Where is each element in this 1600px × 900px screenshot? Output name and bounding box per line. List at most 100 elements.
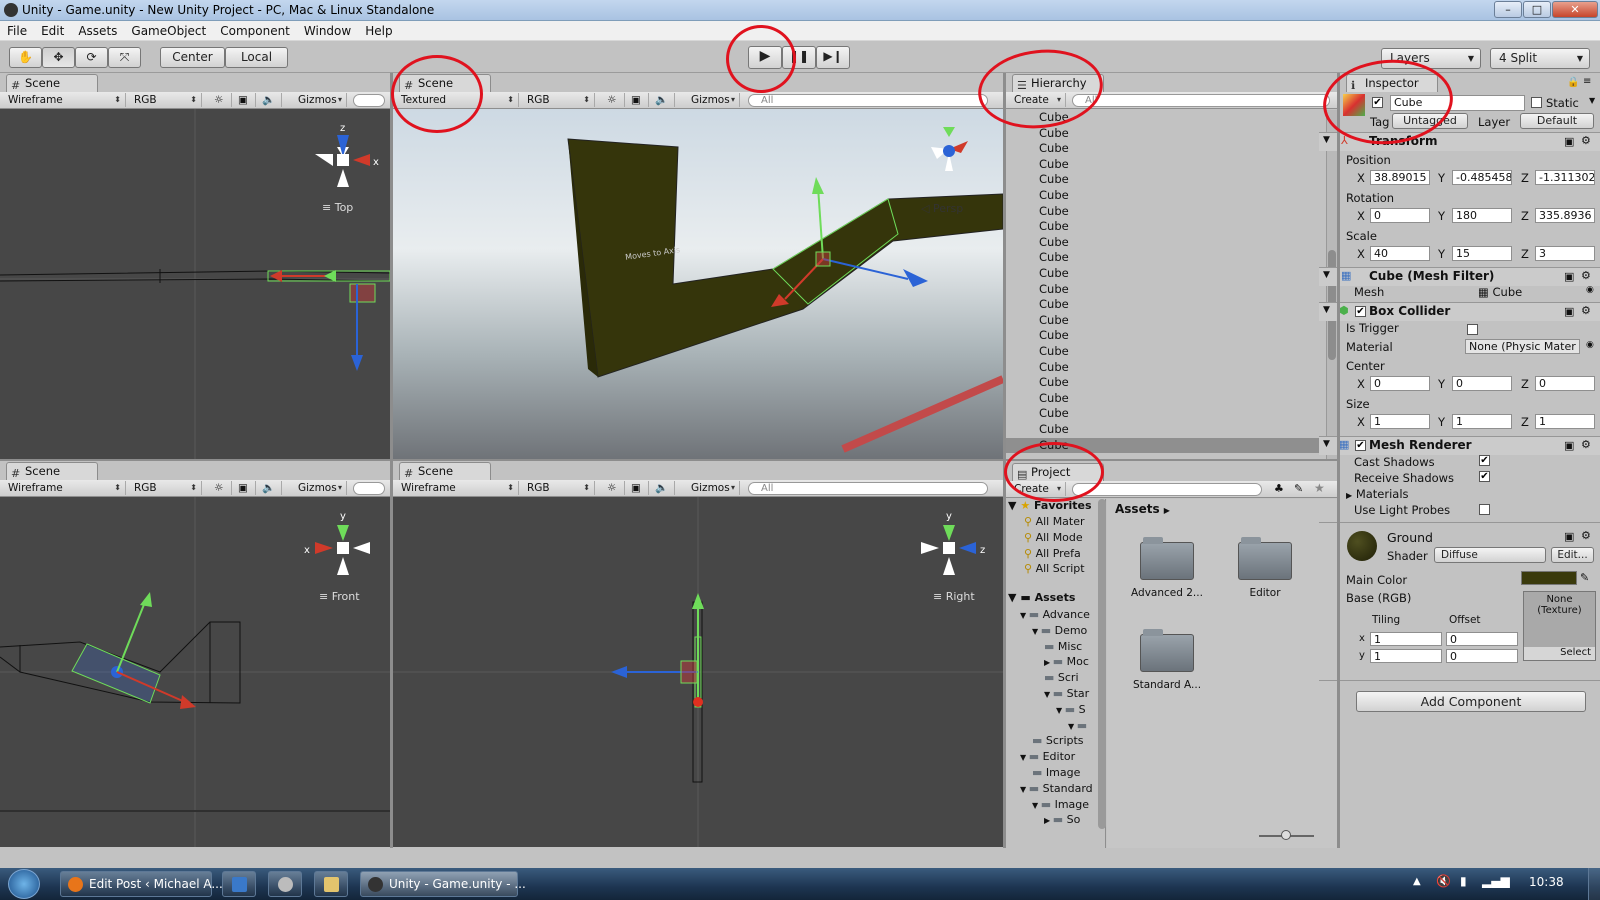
color-mode-dropdown[interactable]: RGB ⬍ [523, 93, 595, 107]
hierarchy-item[interactable]: Cube [1006, 204, 1326, 220]
menu-gameobject[interactable]: GameObject [124, 21, 213, 38]
pivot-local-button[interactable]: Local [225, 47, 288, 68]
image-toggle[interactable]: ▣ [234, 93, 256, 107]
tray-arrow-icon[interactable]: ▲ [1413, 876, 1421, 887]
static-checkbox[interactable] [1531, 97, 1542, 108]
audio-toggle[interactable]: 🔈 [651, 93, 675, 107]
assets-tree-item[interactable]: ▶ ▬ Moc [1044, 655, 1089, 668]
assets-header[interactable]: ▼ ▬ Assets [1008, 591, 1075, 604]
mesh-value[interactable]: ▦ Cube [1478, 285, 1522, 299]
hierarchy-item[interactable]: Cube [1006, 219, 1326, 235]
favorite-item[interactable]: ⚲ All Mode [1024, 531, 1083, 544]
mesh-renderer-enabled-checkbox[interactable]: ✔ [1355, 440, 1366, 451]
gizmos-dropdown[interactable]: Gizmos ▾ [687, 481, 740, 495]
hierarchy-item[interactable]: Cube [1006, 141, 1326, 157]
render-mode-dropdown[interactable]: Wireframe ⬍ [397, 481, 519, 495]
center-z-field[interactable]: 0 [1535, 376, 1595, 391]
hierarchy-item[interactable]: Cube [1006, 235, 1326, 251]
taskbar-item-unity[interactable]: Unity - Game.unity - ... [360, 871, 526, 897]
tree-scrollbar[interactable] [1098, 499, 1106, 829]
assets-tree-item[interactable]: ▬ Image [1032, 766, 1080, 779]
filter-type-icon[interactable]: ♣ [1274, 482, 1284, 495]
gear-icon[interactable]: ⚙ [1581, 134, 1591, 147]
shader-dropdown[interactable]: Diffuse [1434, 547, 1546, 563]
audio-toggle[interactable]: 🔈 [258, 93, 282, 107]
use-light-probes-checkbox[interactable] [1479, 504, 1490, 515]
hierarchy-item[interactable]: Cube [1006, 157, 1326, 173]
lighting-toggle[interactable]: ☼ [603, 481, 625, 495]
hand-tool-button[interactable]: ✋ [9, 47, 42, 68]
network-signal-icon[interactable]: ▂▄▆ [1482, 874, 1510, 888]
hierarchy-item[interactable]: Cube [1006, 188, 1326, 204]
move-tool-button[interactable]: ✥ [42, 47, 75, 68]
scale-y-field[interactable]: 15 [1452, 246, 1512, 261]
rotation-z-field[interactable]: 335.8936 [1535, 208, 1595, 223]
tiling-y-field[interactable]: 1 [1370, 649, 1442, 663]
hierarchy-item[interactable]: Cube [1006, 282, 1326, 298]
menu-file[interactable]: File [0, 21, 34, 38]
taskbar-pinned-chrome[interactable] [268, 871, 302, 897]
scene-view-right[interactable]: y z ≡ Right [393, 497, 1003, 847]
size-y-field[interactable]: 1 [1452, 414, 1512, 429]
color-mode-dropdown[interactable]: RGB ⬍ [130, 93, 202, 107]
tab-scene[interactable]: # Scene [399, 462, 491, 480]
receive-shadows-checkbox[interactable]: ✔ [1479, 471, 1490, 482]
scale-tool-button[interactable]: ⤧ [108, 47, 141, 68]
object-picker-icon[interactable]: ◉ [1586, 285, 1594, 295]
position-x-field[interactable]: 38.89015 [1370, 170, 1430, 185]
rotation-y-field[interactable]: 180 [1452, 208, 1512, 223]
render-mode-dropdown[interactable]: Wireframe ⬍ [4, 481, 126, 495]
scale-x-field[interactable]: 40 [1370, 246, 1430, 261]
clock[interactable]: 10:38 [1529, 875, 1564, 889]
hierarchy-item[interactable]: Cube [1006, 328, 1326, 344]
taskbar-pinned-ps[interactable] [222, 871, 256, 897]
scene-search-input[interactable]: All [748, 482, 988, 495]
menu-help[interactable]: Help [358, 21, 399, 38]
panel-menu-icon[interactable]: ≡ [1583, 76, 1591, 87]
battery-icon[interactable]: ▮ [1460, 874, 1467, 888]
audio-toggle[interactable]: 🔈 [258, 481, 282, 495]
hierarchy-item[interactable]: Cube [1006, 422, 1326, 438]
render-mode-dropdown[interactable]: Wireframe ⬍ [4, 93, 126, 107]
color-mode-dropdown[interactable]: RGB ⬍ [130, 481, 202, 495]
materials-foldout[interactable]: ▶ Materials [1346, 487, 1409, 501]
is-trigger-checkbox[interactable] [1467, 324, 1478, 335]
image-toggle[interactable]: ▣ [234, 481, 256, 495]
folder-editor-icon[interactable] [1238, 537, 1292, 580]
hierarchy-item[interactable]: Cube [1006, 266, 1326, 282]
assets-tree-item[interactable]: ▬ Scripts [1032, 734, 1084, 747]
gear-icon[interactable]: ⚙ [1581, 304, 1591, 317]
offset-y-field[interactable]: 0 [1446, 649, 1518, 663]
start-button[interactable] [8, 869, 40, 899]
close-button[interactable]: ✕ [1552, 1, 1598, 18]
orientation-gizmo[interactable] [315, 135, 370, 187]
hierarchy-item[interactable]: Cube [1006, 360, 1326, 376]
assets-tree-item[interactable]: ▼ ▬ Advance [1020, 608, 1090, 621]
size-z-field[interactable]: 1 [1535, 414, 1595, 429]
scene-view-top[interactable]: z x ≡ Top [0, 109, 390, 459]
help-icon[interactable]: ▣ [1564, 439, 1574, 452]
position-y-field[interactable]: -0.485458 [1452, 170, 1512, 185]
mesh-filter-header[interactable]: ▼ ▦ Cube (Mesh Filter) ▣ ⚙ [1319, 267, 1600, 286]
menu-assets[interactable]: Assets [71, 21, 124, 38]
help-icon[interactable]: ▣ [1564, 270, 1574, 283]
object-picker-icon[interactable]: ◉ [1586, 340, 1594, 350]
layer-dropdown[interactable]: Default [1520, 113, 1594, 129]
folder-advanced-icon[interactable] [1140, 537, 1194, 580]
tab-scene[interactable]: # Scene [6, 74, 98, 92]
hierarchy-item[interactable]: Cube [1006, 172, 1326, 188]
favorite-star-icon[interactable]: ★ [1314, 481, 1325, 495]
favorite-item[interactable]: ⚲ All Mater [1024, 515, 1085, 528]
scene-search-input[interactable]: All [748, 94, 988, 107]
project-search-input[interactable] [1072, 483, 1262, 496]
scene-search-input[interactable] [353, 94, 385, 107]
folder-standard-icon[interactable] [1140, 629, 1194, 672]
gizmos-dropdown[interactable]: Gizmos ▾ [294, 93, 347, 107]
add-component-button[interactable]: Add Component [1356, 691, 1586, 712]
slider-thumb[interactable] [1281, 830, 1291, 840]
rotation-x-field[interactable]: 0 [1370, 208, 1430, 223]
orientation-gizmo[interactable] [921, 525, 976, 575]
menu-component[interactable]: Component [213, 21, 297, 38]
maximize-button[interactable]: □ [1523, 1, 1551, 18]
assets-tree-item[interactable]: ▼ ▬ S [1056, 703, 1086, 716]
